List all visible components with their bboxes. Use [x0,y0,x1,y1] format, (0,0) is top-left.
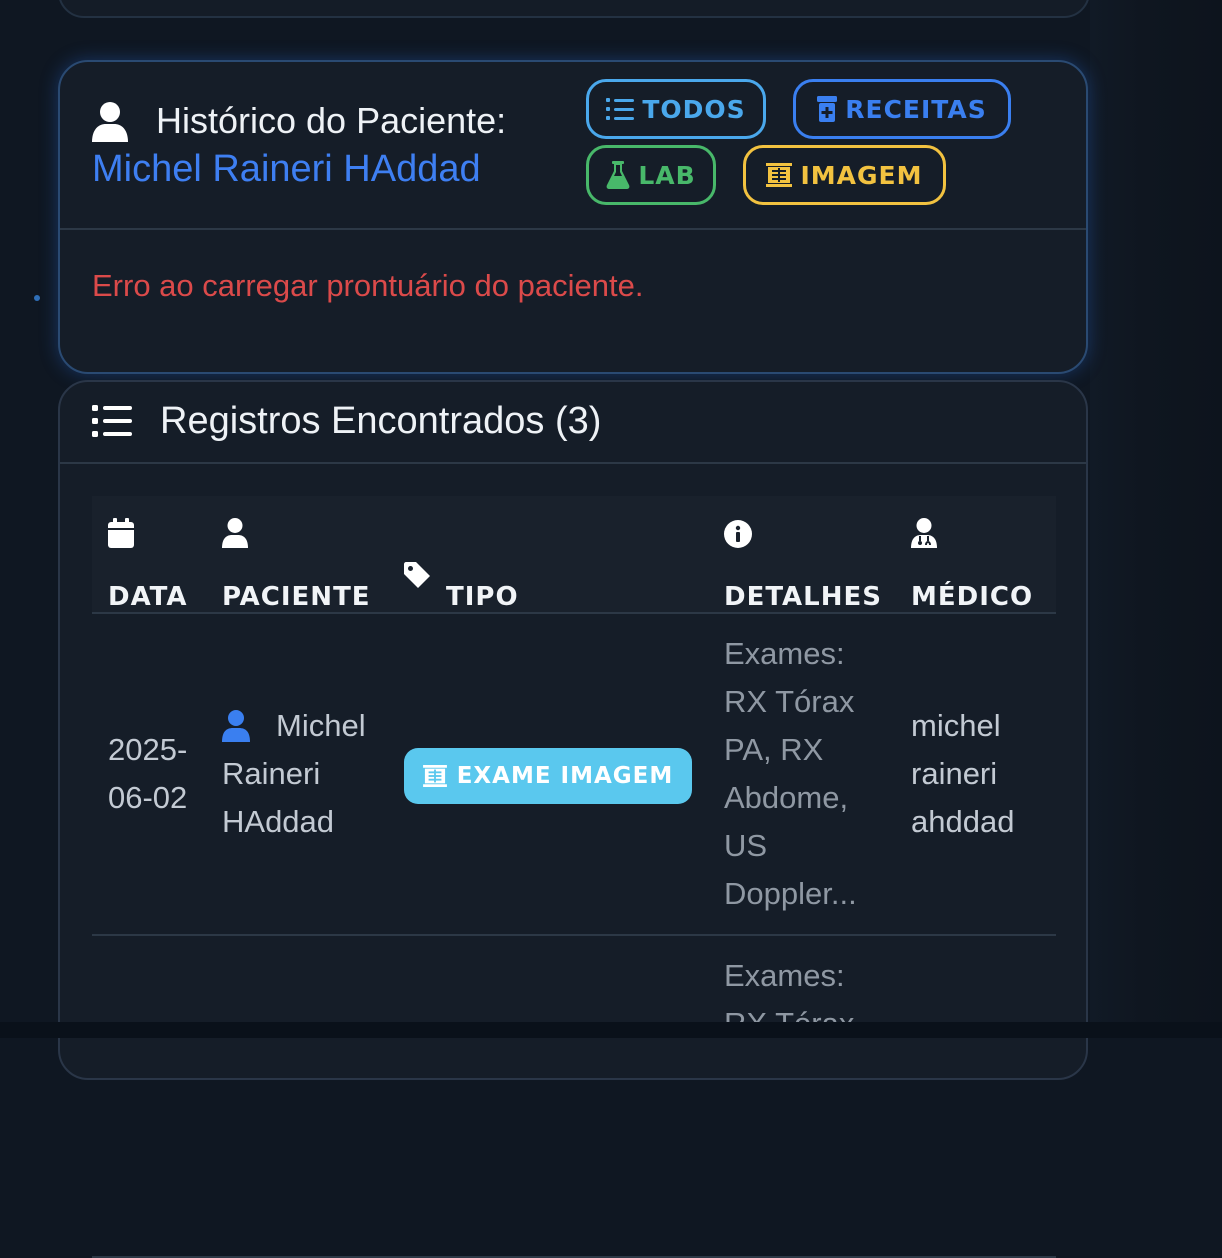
cell-details-line: Abdome, [724,780,849,815]
cell-doctor-line: michel [911,708,1001,743]
page-background-right [1090,0,1222,1038]
list-icon [92,405,132,437]
bottom-bar [0,1022,1222,1038]
column-label-tipo: TIPO [446,582,519,612]
cell-doctor-line: raineri [911,756,998,791]
cell-details-line: Exames: [724,958,845,993]
type-badge: EXAME IMAGEM [404,748,692,804]
previous-card [58,0,1090,18]
cell-patient-line: HAddad [222,804,335,839]
cell-patient-line: Raineri [222,756,321,791]
patient-history-header: Histórico do Paciente: Michel Raineri HA… [60,62,1086,230]
history-patient-name[interactable]: Michel Raineri HAddad [92,148,481,191]
cell-details-line: PA, RX [724,732,824,767]
user-doctor-icon [911,518,937,548]
filter-receitas-label: RECEITAS [845,94,987,124]
filter-imagem-label: IMAGEM [800,160,923,190]
filter-imagem-button[interactable]: IMAGEM [743,145,946,205]
records-table: DATA PACIENTE TIPO DETALHES MÉDICO 2025-… [92,496,1056,1258]
x-ray-icon [766,163,793,187]
calendar-icon [108,518,134,548]
history-title: Histórico do Paciente: [156,100,507,141]
cell-details: Exames: RX Tórax PA, RX Abdome, US Doppl… [724,630,857,918]
user-icon [92,102,128,142]
filter-lab-button[interactable]: LAB [586,145,716,205]
column-label-data: DATA [108,582,188,612]
cell-details-line: Exames: [724,636,845,671]
records-card: Registros Encontrados (3) DATA PACIENTE [58,380,1088,1258]
filter-receitas-button[interactable]: RECEITAS [793,79,1011,139]
cell-date-line: 2025- [108,732,188,767]
filter-todos-button[interactable]: TODOS [586,79,766,139]
flask-icon [606,161,630,189]
column-label-medico: MÉDICO [911,582,1034,612]
cell-details-line: Doppler... [724,876,857,911]
cell-doctor: michel raineri ahddad [911,702,1014,846]
cell-patient-line: Michel [276,708,366,743]
records-title: Registros Encontrados (3) [160,400,602,442]
scroll-dot [34,295,40,301]
column-label-detalhes: DETALHES [724,582,882,612]
error-message: Erro ao carregar prontuário do paciente. [92,268,644,303]
list-icon [606,98,635,120]
user-icon [222,518,248,548]
table-row[interactable]: Exames: RX Tórax [92,936,1056,1258]
type-badge-label: EXAME IMAGEM [456,763,674,789]
prescription-bottle-icon [817,96,838,122]
tag-icon [404,562,430,588]
filter-todos-label: TODOS [642,94,746,124]
column-label-paciente: PACIENTE [222,582,371,612]
table-row[interactable]: 2025- 06-02 Michel Raineri HAddad EXAME … [92,614,1056,936]
records-header: Registros Encontrados (3) [60,382,1086,464]
cell-details-line: US [724,828,768,863]
info-circle-icon [724,520,752,548]
cell-date: 2025- 06-02 [108,726,187,822]
table-header-row: DATA PACIENTE TIPO DETALHES MÉDICO [92,496,1056,614]
cell-patient: Michel Raineri HAddad [222,702,366,846]
x-ray-icon [422,765,447,787]
cell-doctor-line: ahddad [911,804,1015,839]
patient-history-card: Histórico do Paciente: Michel Raineri HA… [58,60,1088,374]
cell-details-line: RX Tórax [724,684,855,719]
filter-lab-label: LAB [638,160,696,190]
cell-date-line: 06-02 [108,780,188,815]
